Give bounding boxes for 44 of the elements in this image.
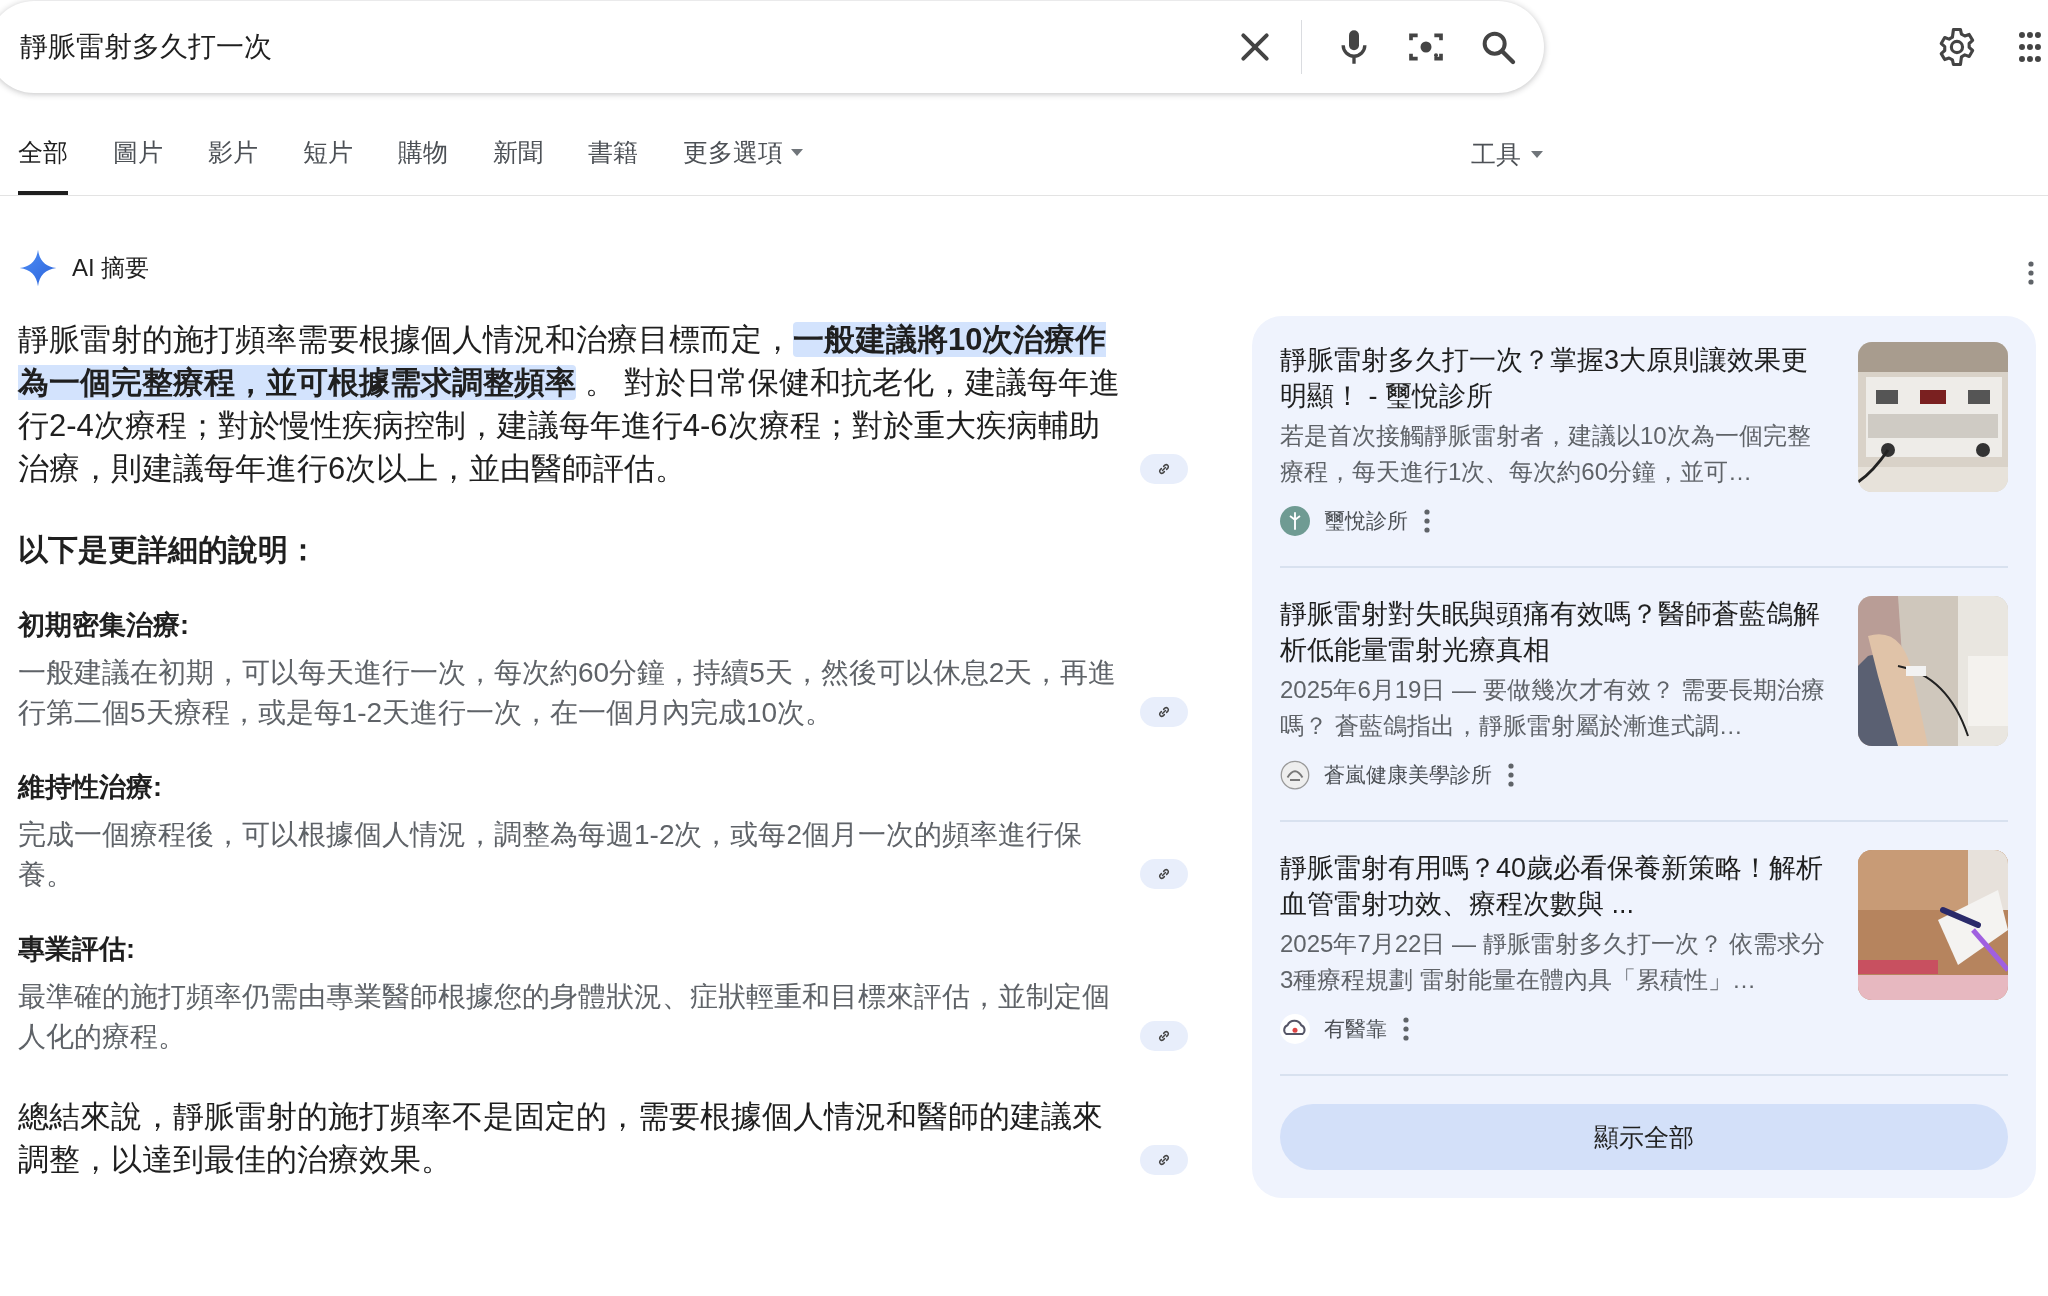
tools-menu[interactable]: 工具: [1471, 94, 1543, 195]
source-link-button[interactable]: [1140, 454, 1188, 484]
tab[interactable]: 影片: [208, 94, 258, 195]
source-link-button[interactable]: [1140, 1021, 1188, 1051]
site-name: 蒼嵐健康美學診所: [1324, 762, 1492, 788]
tab[interactable]: 圖片: [113, 94, 163, 195]
tab[interactable]: 購物: [398, 94, 448, 195]
item-title: 專業評估:: [18, 933, 136, 966]
conclusion-paragraph: 總結來說，靜脈雷射的施打頻率不是固定的，需要根據個人情況和醫師的建議來調整，以達到最佳的治療效果。: [18, 1098, 1104, 1179]
source-link-button[interactable]: [1140, 697, 1188, 727]
site-logo-icon: [1280, 760, 1310, 790]
section-heading: 以下是更詳細的說明：: [18, 532, 319, 568]
show-all-button[interactable]: 顯示全部: [1280, 1104, 2008, 1170]
source-link-button[interactable]: [1140, 859, 1188, 889]
item-text: 一般建議在初期，可以每天進行一次，每次約60分鐘，持續5天，然後可以休息2天，再進行第二個5天療程，或是每1-2天進行一次，在一個月內完成10次。: [18, 656, 1118, 730]
result-snippet: 2025年7月22日 — 靜脈雷射多久打一次？ 依需求分3種療程規劃 雷射能量在體內具「累積性」…: [1280, 929, 1827, 995]
tab[interactable]: 短片: [303, 94, 353, 195]
result-title[interactable]: 靜脈雷射多久打一次？掌握3大原則讓效果更明顯！ - 璽悅診所: [1280, 342, 1828, 414]
more-options-icon[interactable]: [1422, 508, 1432, 534]
more-options-icon[interactable]: [2026, 260, 2036, 286]
site-name: 璽悅診所: [1324, 508, 1408, 534]
tab[interactable]: 更多選項: [683, 94, 803, 195]
tab[interactable]: 新聞: [493, 94, 543, 195]
search-field[interactable]: 靜脈雷射多久打一次: [0, 1, 1545, 93]
tab[interactable]: 全部: [18, 94, 68, 195]
result-snippet: 2025年6月19日 — 要做幾次才有效？ 需要長期治療嗎？ 蒼藍鴿指出，靜脈雷射屬於漸進式調…: [1280, 675, 1827, 741]
site-logo-icon: [1280, 506, 1310, 536]
summary-paragraph: 靜脈雷射的施打頻率需要根據個人情況和治療目標而定，一般建議將10次治療作為一個完整療程，並可根據需求調整頻率 。 對於日常保健和抗老化，建議每年進行2-4次療程；對於慢性疾病控制，建議每年進行4-6次療程；對於重大疾病輔助治療，則建議每年進行6次以上，並由醫師評估。: [18, 321, 1122, 488]
result-title[interactable]: 靜脈雷射有用嗎？40歲必看保養新策略！解析血管雷射功效、療程次數與 ...: [1280, 850, 1828, 922]
more-options-icon[interactable]: [1401, 1016, 1411, 1042]
site-logo-icon: [1280, 1014, 1310, 1044]
item-title: 初期密集治療:: [18, 609, 190, 642]
result-title[interactable]: 靜脈雷射對失眠與頭痛有效嗎？醫師蒼藍鴿解析低能量雷射光療真相: [1280, 596, 1828, 668]
item-text: 最準確的施打頻率仍需由專業醫師根據您的身體狀況、症狀輕重和目標來評估，並制定個人化的療程。: [18, 980, 1111, 1054]
ai-overview-label: AI 摘要: [72, 253, 150, 283]
source-link-button[interactable]: [1140, 1145, 1188, 1175]
more-options-icon[interactable]: [1506, 762, 1516, 788]
tab[interactable]: 書籍: [588, 94, 638, 195]
item-text: 完成一個療程後，可以根據個人情況，調整為每週1-2次，或每2個月一次的頻率進行保養。: [18, 818, 1084, 892]
result-snippet: 若是首次接觸靜脈雷射者，建議以10次為一個完整療程，每天進行1次、每次約60分鐘，並可…: [1280, 421, 1812, 487]
caret-icon: [1531, 150, 1543, 159]
site-name: 有醫靠: [1324, 1016, 1387, 1042]
item-title: 維持性治療:: [18, 771, 163, 804]
caret-icon: [791, 148, 803, 157]
